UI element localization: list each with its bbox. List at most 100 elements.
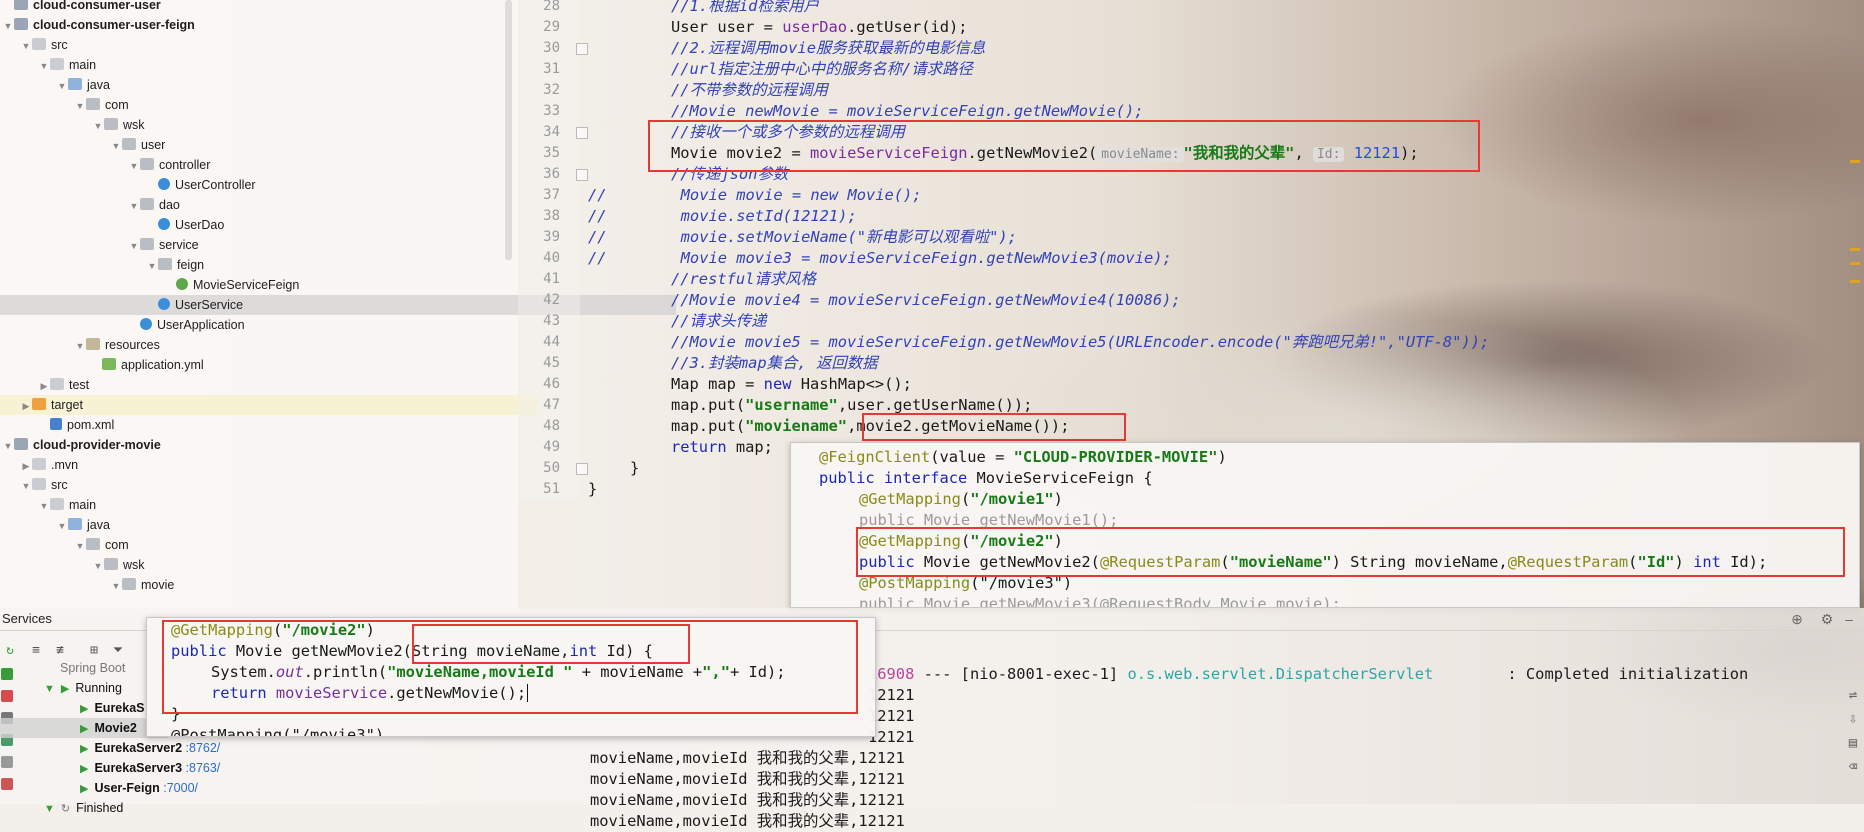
rerun-icon[interactable]: ↻ xyxy=(2,643,18,659)
tree-item-module[interactable]: ▼ cloud-provider-movie xyxy=(0,435,520,455)
tree-item-package[interactable]: ▼ com xyxy=(0,535,592,555)
code-line: // movie.setId(12121); xyxy=(588,207,857,225)
tree-item-file[interactable]: pom.xml xyxy=(0,415,568,435)
popup-line: @FeignClient(value = "CLOUD-PROVIDER-MOV… xyxy=(819,448,1227,466)
service-item[interactable]: ▶ EurekaServer2 :8762/ xyxy=(80,738,220,758)
package-icon xyxy=(140,198,154,210)
clear-icon[interactable]: ⌫ xyxy=(1846,760,1860,774)
popup-line: @GetMapping("/movie1") xyxy=(859,490,1063,508)
tree-item-package[interactable]: ▼ movie xyxy=(0,575,628,595)
chevron-right-icon[interactable]: ▶ xyxy=(20,396,32,416)
code-line: //不带参数的远程调用 xyxy=(671,81,829,99)
print-icon[interactable]: ▤ xyxy=(1846,736,1860,750)
package-icon xyxy=(86,98,100,110)
chevron-down-icon[interactable]: ▼ xyxy=(128,156,140,176)
chevron-down-icon[interactable]: ▼ xyxy=(74,96,86,116)
feign-interface-popup: @FeignClient(value = "CLOUD-PROVIDER-MOV… xyxy=(790,442,1860,608)
tree-item-folder[interactable]: ▶ target xyxy=(0,395,538,415)
collapse-all-icon[interactable]: ≢ xyxy=(52,643,68,659)
fold-marker[interactable] xyxy=(576,127,588,139)
line-number: 35 xyxy=(543,145,560,161)
chevron-down-icon: ▼ xyxy=(44,803,55,815)
console-line: movieName,movieId 我和我的父辈,12121 xyxy=(590,791,905,809)
run-icon: ▶ xyxy=(80,783,89,795)
tree-item-folder[interactable]: ▶ test xyxy=(0,375,556,395)
service-group[interactable]: Spring Boot xyxy=(60,658,125,678)
chevron-down-icon[interactable]: ▼ xyxy=(56,516,68,536)
chevron-down-icon[interactable]: ▼ xyxy=(38,56,50,76)
chevron-right-icon[interactable]: ▶ xyxy=(20,456,32,476)
tree-item-folder[interactable]: ▼ main xyxy=(0,495,556,515)
error-stripe-marker[interactable] xyxy=(1850,248,1860,251)
chevron-down-icon[interactable]: ▼ xyxy=(20,476,32,496)
error-stripe-marker[interactable] xyxy=(1850,262,1860,265)
run-icon: ▶ xyxy=(80,743,89,755)
module-icon xyxy=(14,438,28,450)
chevron-down-icon[interactable]: ▼ xyxy=(110,576,122,596)
tree-item-module[interactable]: cloud-consumer-user xyxy=(0,0,532,15)
gear-icon[interactable]: ⚙ xyxy=(1820,612,1834,626)
line-number: 39 xyxy=(543,229,560,245)
service-group-finished[interactable]: ▼ ↻ Finished xyxy=(44,798,123,818)
code-line: //restful请求风格 xyxy=(671,270,816,288)
tree-item-package[interactable]: ▼ com xyxy=(0,95,592,115)
service-item[interactable]: ▶ EurekaServer3 :8763/ xyxy=(80,758,220,778)
chevron-down-icon[interactable]: ▼ xyxy=(20,36,32,56)
finished-icon: ↻ xyxy=(60,803,71,815)
fold-marker[interactable] xyxy=(576,43,588,55)
line-number: 28 xyxy=(543,0,560,14)
wrap-icon[interactable]: ⇌ xyxy=(1846,688,1860,702)
expand-all-icon[interactable]: ≡ xyxy=(28,643,44,659)
chevron-down-icon[interactable]: ▼ xyxy=(128,236,140,256)
error-stripe-marker[interactable] xyxy=(1850,280,1860,283)
tree-item-folder[interactable]: ▶ .mvn xyxy=(0,455,538,475)
highlight-box xyxy=(412,624,690,664)
chevron-down-icon[interactable]: ▼ xyxy=(110,136,122,156)
chevron-down-icon[interactable]: ▼ xyxy=(146,256,158,276)
code-editor[interactable]: //1.根据id检索用户 User user = userDao.getUser… xyxy=(588,0,1858,500)
chevron-right-icon[interactable]: ▶ xyxy=(38,376,50,396)
fold-marker[interactable] xyxy=(576,463,588,475)
tree-item-package[interactable]: ▼ wsk xyxy=(0,555,610,575)
minimize-icon[interactable]: – xyxy=(1842,612,1856,626)
chevron-down-icon[interactable]: ▼ xyxy=(74,536,86,556)
error-stripe-marker[interactable] xyxy=(1850,160,1860,163)
tree-item-folder[interactable]: ▼ src xyxy=(0,475,538,495)
filter-icon[interactable]: ⏷ xyxy=(110,643,126,659)
service-group-running[interactable]: ▼ ▶ Running xyxy=(44,678,122,698)
chevron-down-icon[interactable]: ▼ xyxy=(92,556,104,576)
module-icon xyxy=(14,0,28,10)
chevron-down-icon[interactable]: ▼ xyxy=(92,116,104,136)
chevron-down-icon[interactable]: ▼ xyxy=(2,16,14,36)
service-item-selected[interactable]: ▶ Movie2 xyxy=(0,718,168,738)
scroll-end-icon[interactable]: ⇩ xyxy=(1846,712,1860,726)
tree-item-folder[interactable]: ▼ java xyxy=(0,515,574,535)
tree-item-folder[interactable]: ▼ java xyxy=(0,75,574,95)
tree-item-folder[interactable]: ▼ resources xyxy=(0,335,592,355)
target-icon[interactable]: ⊕ xyxy=(1790,612,1804,626)
chevron-down-icon[interactable]: ▼ xyxy=(74,336,86,356)
tree-item-folder[interactable]: ▼ main xyxy=(0,55,556,75)
code-line: //请求头传递 xyxy=(671,312,767,330)
package-icon xyxy=(140,238,154,250)
tree-item-module[interactable]: ▼ cloud-consumer-user-feign xyxy=(0,15,520,35)
services-title: Services xyxy=(2,611,52,626)
line-number: 49 xyxy=(543,439,560,455)
code-line: //2.远程调用movie服务获取最新的电影信息 xyxy=(671,39,986,57)
chevron-down-icon[interactable]: ▼ xyxy=(38,496,50,516)
console-line: movieName,movieId 我和我的父辈,12121 xyxy=(590,770,905,788)
group-icon[interactable]: ⊞ xyxy=(86,643,102,659)
editor-gutter: 28 29 30 31 32 33 34 35 36 37 38 39 40 4… xyxy=(518,0,580,500)
tree-item-folder[interactable]: ▼ src xyxy=(0,35,538,55)
fold-marker[interactable] xyxy=(576,169,588,181)
chevron-down-icon[interactable]: ▼ xyxy=(56,76,68,96)
chevron-down-icon[interactable]: ▼ xyxy=(128,196,140,216)
package-icon xyxy=(104,558,118,570)
line-number: 48 xyxy=(543,418,560,434)
code-line: //1.根据id检索用户 xyxy=(671,0,819,15)
service-item[interactable]: ▶ EurekaS xyxy=(80,698,145,718)
chevron-down-icon: ▼ xyxy=(44,683,55,695)
folder-icon xyxy=(50,498,64,510)
service-item[interactable]: ▶ User-Feign :7000/ xyxy=(80,778,198,798)
chevron-down-icon[interactable]: ▼ xyxy=(2,436,14,456)
